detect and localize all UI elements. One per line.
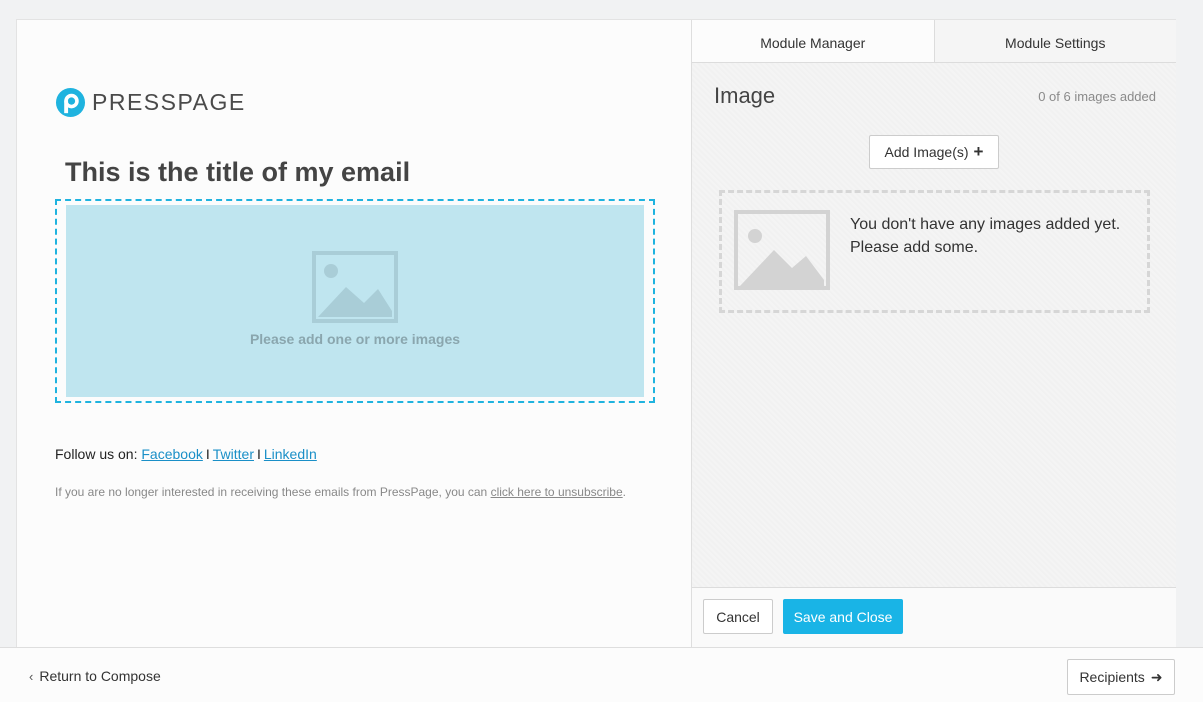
arrow-right-icon: ➜ bbox=[1150, 668, 1163, 685]
image-placeholder-icon bbox=[734, 210, 830, 290]
plus-icon: + bbox=[973, 142, 984, 161]
unsubscribe-link[interactable]: click here to unsubscribe bbox=[491, 485, 623, 499]
facebook-link[interactable]: Facebook bbox=[141, 446, 202, 462]
image-module-dropzone[interactable]: Please add one or more images bbox=[55, 199, 655, 403]
unsubscribe-suffix: . bbox=[622, 485, 626, 499]
image-count: 0 of 6 images added bbox=[1038, 88, 1156, 104]
chevron-left-icon: ‹ bbox=[29, 668, 34, 684]
module-panel: Module Manager Module Settings Image 0 o… bbox=[691, 20, 1176, 647]
image-placeholder: Please add one or more images bbox=[66, 205, 644, 397]
follow-label: Follow us on: bbox=[55, 446, 138, 462]
panel-footer: Cancel Save and Close bbox=[692, 587, 1176, 647]
cancel-button[interactable]: Cancel bbox=[703, 599, 773, 634]
link-separator: I bbox=[205, 446, 210, 462]
bottom-nav-bar: ‹ Return to Compose Recipients ➜ bbox=[0, 647, 1203, 702]
save-and-close-button[interactable]: Save and Close bbox=[783, 599, 903, 634]
linkedin-link[interactable]: LinkedIn bbox=[264, 446, 317, 462]
recipients-button[interactable]: Recipients ➜ bbox=[1067, 659, 1175, 695]
return-to-compose-label: Return to Compose bbox=[39, 668, 161, 684]
email-preview: PRESSPAGE This is the title of my email … bbox=[17, 20, 691, 647]
tab-module-manager[interactable]: Module Manager bbox=[692, 20, 934, 62]
unsubscribe-notice: If you are no longer interested in recei… bbox=[55, 485, 626, 499]
empty-state-line: Please add some. bbox=[850, 239, 979, 256]
return-to-compose-link[interactable]: ‹ Return to Compose bbox=[29, 668, 161, 684]
email-title[interactable]: This is the title of my email bbox=[65, 157, 410, 188]
add-images-label: Add Image(s) bbox=[884, 144, 969, 160]
presspage-logo-icon bbox=[55, 87, 86, 118]
empty-images-box: You don't have any images added yet. Ple… bbox=[719, 190, 1150, 313]
panel-title: Image bbox=[714, 83, 776, 108]
logo-wordmark: PRESSPAGE bbox=[92, 89, 246, 115]
empty-state-text: You don't have any images added yet. Ple… bbox=[850, 213, 1130, 259]
link-separator: I bbox=[256, 446, 261, 462]
empty-state-line: You don't have any images added yet. bbox=[850, 216, 1121, 233]
image-placeholder-icon bbox=[312, 251, 398, 323]
panel-header: Image 0 of 6 images added bbox=[714, 83, 1156, 109]
image-placeholder-text: Please add one or more images bbox=[249, 331, 461, 347]
add-images-button[interactable]: Add Image(s) + bbox=[869, 135, 999, 169]
tab-module-settings[interactable]: Module Settings bbox=[933, 20, 1176, 62]
social-links: Follow us on: Facebook I Twitter I LinkedIn bbox=[55, 446, 317, 462]
recipients-label: Recipients bbox=[1079, 669, 1145, 685]
panel-tabs: Module Manager Module Settings bbox=[692, 20, 1176, 63]
twitter-link[interactable]: Twitter bbox=[213, 446, 254, 462]
editor-shell: PRESSPAGE This is the title of my email … bbox=[16, 19, 1176, 647]
presspage-logo: PRESSPAGE bbox=[55, 87, 246, 118]
unsubscribe-text: If you are no longer interested in recei… bbox=[55, 485, 488, 499]
